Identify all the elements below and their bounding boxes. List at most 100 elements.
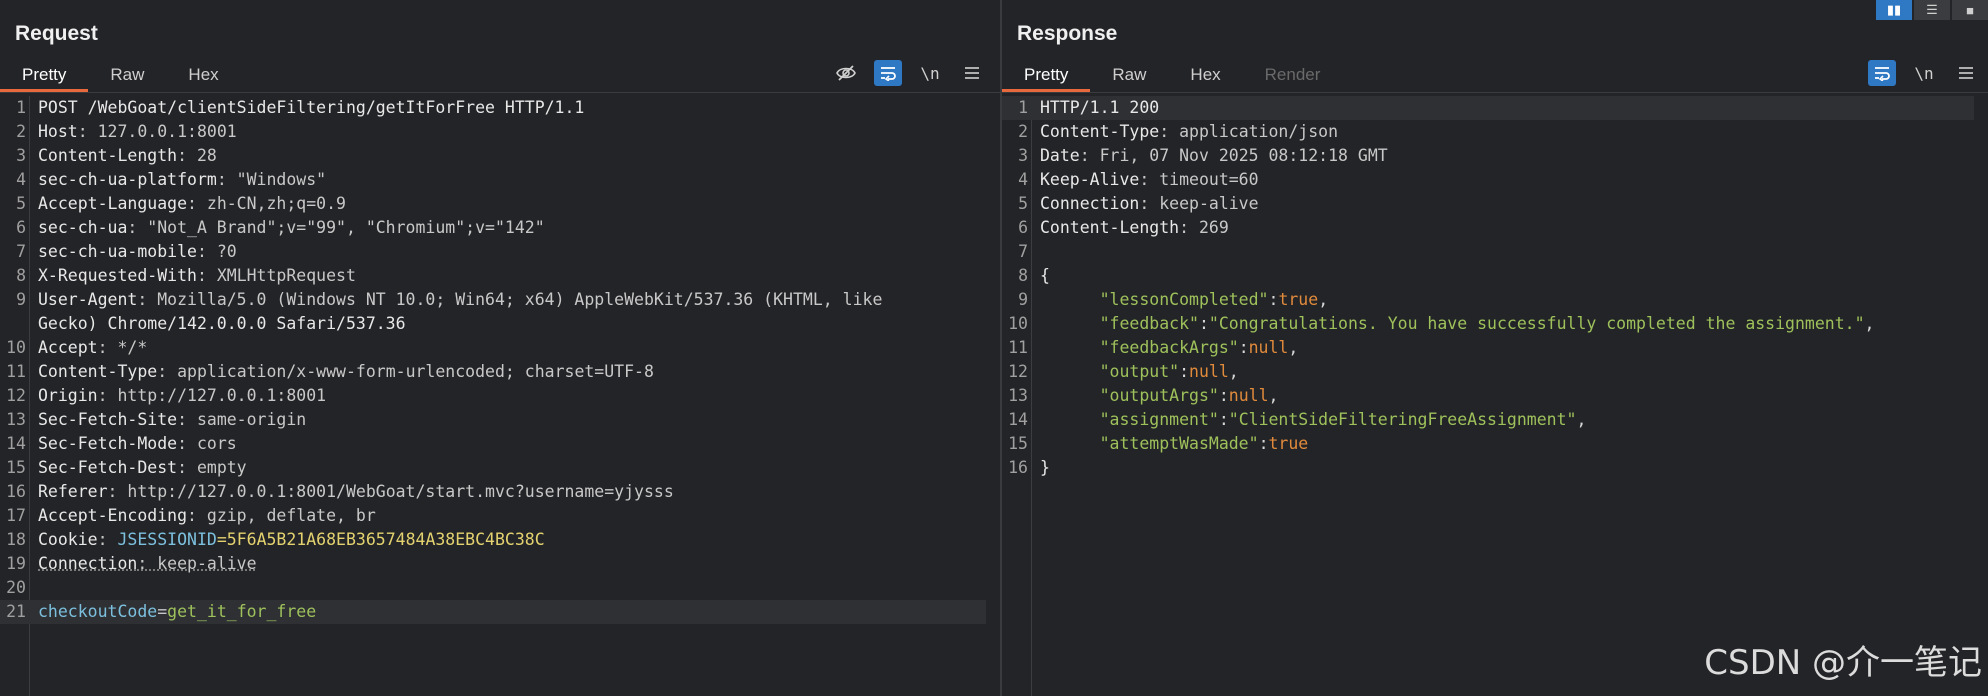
json-comma: , <box>1318 290 1329 309</box>
header-name: Date <box>1040 146 1080 165</box>
header-name: Sec-Fetch-Site <box>38 410 178 429</box>
header-value: : keep-alive <box>1139 194 1259 213</box>
header-value: : cors <box>177 434 237 453</box>
code-line: 7 sec-ch-ua-mobile: ?0 <box>0 240 986 264</box>
line-number: 10 <box>1008 314 1028 333</box>
response-editor[interactable]: 1 HTTP/1.1 200 2 Content-Type: application/… <box>1002 96 1988 696</box>
line-number: 16 <box>6 482 26 501</box>
param-name: checkoutCode <box>38 602 158 621</box>
line-number: 13 <box>6 410 26 429</box>
json-value: null <box>1189 362 1229 381</box>
code-line: 8 X-Requested-With: XMLHttpRequest <box>0 264 986 288</box>
line-number: 6 <box>16 218 26 237</box>
line-number: 14 <box>1008 410 1028 429</box>
header-name: sec-ch-ua <box>38 218 128 237</box>
header-value: : empty <box>177 458 247 477</box>
line-number: 16 <box>1008 458 1028 477</box>
wrap-icon[interactable] <box>874 60 902 86</box>
code-line: 12 "output":null, <box>1002 360 1974 384</box>
request-pane: Request Pretty Raw Hex \n 1 POST /WebGoat… <box>0 0 1000 696</box>
tab-raw[interactable]: Raw <box>1090 62 1168 92</box>
code-text: { <box>1040 266 1050 285</box>
line-number: 1 <box>1018 98 1028 117</box>
tab-render[interactable]: Render <box>1243 62 1343 92</box>
line-content: Content-Length: 269 <box>1040 216 1229 240</box>
header-value: : application/json <box>1159 122 1339 141</box>
line-number: 11 <box>6 362 26 381</box>
json-colon: : <box>1198 314 1209 333</box>
line-content: User-Agent: Mozilla/5.0 (Windows NT 10.0… <box>38 288 882 312</box>
json-colon: : <box>1179 362 1190 381</box>
cookie-name: JSESSIONID <box>117 530 217 549</box>
code-text: HTTP/1.1 200 <box>1040 98 1160 117</box>
json-key: "assignment" <box>1099 410 1219 429</box>
line-number: 5 <box>1018 194 1028 213</box>
json-value: true <box>1278 290 1319 309</box>
code-line: 19 Connection: keep-alive <box>0 552 986 576</box>
json-string: "Congratulations. You have successfully … <box>1208 314 1865 333</box>
code-line: 16 Referer: http://127.0.0.1:8001/WebGoat… <box>0 480 986 504</box>
header-name: sec-ch-ua-mobile <box>38 242 197 261</box>
json-comma: , <box>1228 362 1239 381</box>
line-number: 4 <box>16 170 26 189</box>
tab-pretty[interactable]: Pretty <box>1002 62 1091 92</box>
header-name: Content-Length <box>1040 218 1180 237</box>
eye-slash-icon[interactable] <box>832 60 860 86</box>
line-number: 7 <box>16 242 26 261</box>
layout-toggle: ▮▮ ☰ ■ <box>1876 0 1988 20</box>
line-content: Content-Type: application/json <box>1040 120 1338 144</box>
tab-hex[interactable]: Hex <box>166 62 240 92</box>
tab-pretty[interactable]: Pretty <box>0 62 89 92</box>
line-number: 9 <box>1018 290 1028 309</box>
header-name: Connection <box>38 554 138 573</box>
header-value: : Fri, 07 Nov 2025 08:12:18 GMT <box>1079 146 1388 165</box>
code-line: 4 sec-ch-ua-platform: "Windows" <box>0 168 986 192</box>
code-line: 1 HTTP/1.1 200 <box>1002 96 1974 120</box>
line-number: 18 <box>6 530 26 549</box>
json-string: "ClientSideFilteringFreeAssignment" <box>1228 410 1577 429</box>
code-line: 13 "outputArgs":null, <box>1002 384 1974 408</box>
tab-hex[interactable]: Hex <box>1168 62 1242 92</box>
line-content: X-Requested-With: XMLHttpRequest <box>38 264 356 288</box>
line-content: "feedbackArgs":null, <box>1040 336 1299 360</box>
json-colon: : <box>1268 290 1279 309</box>
line-content: Date: Fri, 07 Nov 2025 08:12:18 GMT <box>1040 144 1388 168</box>
header-value: : XMLHttpRequest <box>196 266 356 285</box>
hamburger-icon[interactable] <box>1952 60 1980 86</box>
single-pane-icon[interactable]: ■ <box>1952 0 1988 20</box>
request-tabs: Pretty Raw Hex <box>0 62 241 92</box>
json-comma: , <box>1268 386 1279 405</box>
param-value: get_it_for_free <box>167 602 317 621</box>
line-content: Referer: http://127.0.0.1:8001/WebGoat/s… <box>38 480 674 504</box>
code-line: 6 sec-ch-ua: "Not_A Brand";v="99", "Chrom… <box>0 216 986 240</box>
request-editor[interactable]: 1 POST /WebGoat/clientSideFiltering/getIt… <box>0 96 1000 696</box>
line-content: Cookie: JSESSIONID=5F6A5B21A68EB3657484A… <box>38 528 545 552</box>
code-line: 20 <box>0 576 986 600</box>
request-toolbar: \n <box>832 60 986 86</box>
json-colon: : <box>1258 434 1269 453</box>
header-value: : 28 <box>177 146 217 165</box>
hamburger-icon[interactable] <box>958 60 986 86</box>
line-content: Accept-Encoding: gzip, deflate, br <box>38 504 376 528</box>
header-name: Connection <box>1040 194 1140 213</box>
code-line: 4 Keep-Alive: timeout=60 <box>1002 168 1974 192</box>
code-line: 13 Sec-Fetch-Site: same-origin <box>0 408 986 432</box>
wrap-icon[interactable] <box>1868 60 1896 86</box>
line-content: Connection: keep-alive <box>1040 192 1259 216</box>
split-columns-icon[interactable]: ▮▮ <box>1876 0 1912 20</box>
tab-raw[interactable]: Raw <box>88 62 166 92</box>
header-name: Content-Type <box>38 362 158 381</box>
newline-toggle[interactable]: \n <box>916 60 944 86</box>
newline-toggle[interactable]: \n <box>1910 60 1938 86</box>
json-key: "feedbackArgs" <box>1099 338 1239 357</box>
line-content: Sec-Fetch-Site: same-origin <box>38 408 306 432</box>
split-rows-icon[interactable]: ☰ <box>1914 0 1950 20</box>
json-comma: , <box>1288 338 1299 357</box>
line-number: 8 <box>16 266 26 285</box>
